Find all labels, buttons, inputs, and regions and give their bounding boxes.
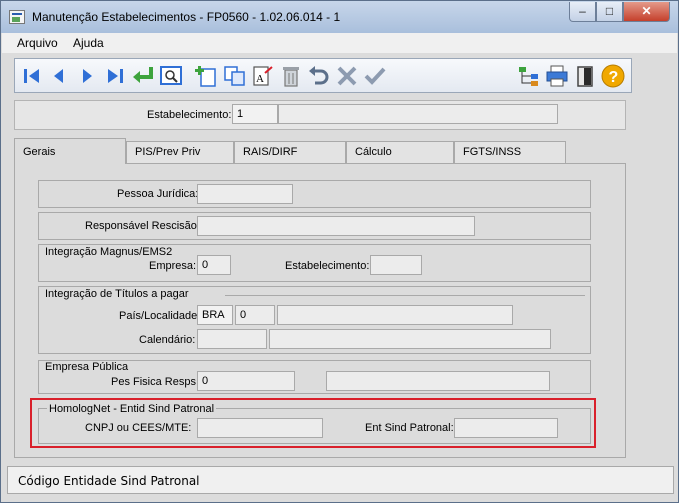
last-icon[interactable] <box>103 64 127 88</box>
help-icon[interactable]: ? <box>601 64 625 88</box>
next-icon[interactable] <box>75 64 99 88</box>
tab-calculo[interactable]: Cálculo <box>346 141 454 163</box>
delete-icon[interactable] <box>279 64 303 88</box>
tab-rais-dirf[interactable]: RAIS/DIRF <box>234 141 346 163</box>
empresa-label: Empresa: <box>149 260 197 272</box>
pessoa-juridica-group: Pessoa Jurídica: <box>38 180 591 208</box>
menu-bar: Arquivo Ajuda <box>2 33 677 53</box>
minimize-button[interactable]: – <box>569 2 596 22</box>
menu-arquivo[interactable]: Arquivo <box>17 36 58 50</box>
first-icon[interactable] <box>20 64 44 88</box>
highlight-box <box>30 398 596 448</box>
copy-icon[interactable] <box>223 64 247 88</box>
calendario-label: Calendário: <box>139 334 196 346</box>
titulos-group: Integração de Títulos a pagar País/Local… <box>38 286 591 354</box>
close-button[interactable]: ✕ <box>623 2 670 22</box>
maximize-button[interactable]: □ <box>596 2 623 22</box>
pessoa-juridica-field[interactable] <box>197 184 293 204</box>
window-title: Manutenção Estabelecimentos - FP0560 - 1… <box>32 10 341 24</box>
svg-text:?: ? <box>609 69 619 86</box>
tab-gerais[interactable]: Gerais <box>14 138 126 164</box>
calendario-desc-field <box>269 329 551 349</box>
estabelecimento-desc-field <box>278 104 558 124</box>
pes-fisica-desc-field <box>326 371 550 391</box>
estabelecimento-label: Estabelecimento: <box>147 109 232 121</box>
tab-fgts-inss[interactable]: FGTS/INSS <box>454 141 566 163</box>
estabelecimento-field[interactable]: 1 <box>232 104 278 124</box>
empresa-publica-group: Empresa Pública Pes Fisica Resps: 0 <box>38 360 591 394</box>
confirm-icon[interactable] <box>363 64 387 88</box>
pes-fisica-field[interactable]: 0 <box>197 371 295 391</box>
menu-ajuda[interactable]: Ajuda <box>73 36 104 50</box>
toolbar: A ? <box>14 58 632 93</box>
undo-icon[interactable] <box>307 64 331 88</box>
magnus-estabelecimento-label: Estabelecimento: <box>285 260 370 272</box>
magnus-group: Integração Magnus/EMS2 Empresa: 0 Estabe… <box>38 244 591 282</box>
calendario-field[interactable] <box>197 329 267 349</box>
goto-icon[interactable] <box>131 64 155 88</box>
add-icon[interactable] <box>195 64 219 88</box>
tree-icon[interactable] <box>517 64 541 88</box>
magnus-estabelecimento-field[interactable] <box>370 255 422 275</box>
tab-pis-prev-priv[interactable]: PIS/Prev Priv <box>126 141 234 163</box>
responsavel-group: Responsável Rescisão: <box>38 212 591 240</box>
responsavel-field[interactable] <box>197 216 475 236</box>
status-text: Código Entidade Sind Patronal <box>18 474 200 488</box>
localidade-desc-field <box>277 305 513 325</box>
prev-icon[interactable] <box>47 64 71 88</box>
empresa-publica-title: Empresa Pública <box>43 361 131 373</box>
exit-icon[interactable] <box>573 64 597 88</box>
status-bar: Código Entidade Sind Patronal <box>7 466 674 494</box>
pes-fisica-label: Pes Fisica Resps: <box>111 376 200 388</box>
localidade-field[interactable]: 0 <box>235 305 275 325</box>
pessoa-juridica-label: Pessoa Jurídica: <box>117 188 199 200</box>
zoom-icon[interactable] <box>159 64 183 88</box>
svg-text:A: A <box>256 73 264 85</box>
titulos-group-title: Integração de Títulos a pagar <box>43 288 191 300</box>
title-bar: Manutenção Estabelecimentos - FP0560 - 1… <box>1 1 678 33</box>
main-window: Manutenção Estabelecimentos - FP0560 - 1… <box>0 0 679 503</box>
cancel-icon[interactable] <box>335 64 359 88</box>
empresa-field[interactable]: 0 <box>197 255 231 275</box>
app-icon <box>9 10 25 24</box>
pais-field[interactable]: BRA <box>197 305 233 325</box>
estabelecimento-panel: Estabelecimento: 1 <box>14 100 626 130</box>
print-icon[interactable] <box>545 64 569 88</box>
pais-localidade-label: País/Localidade: <box>119 310 201 322</box>
magnus-group-title: Integração Magnus/EMS2 <box>43 246 175 258</box>
responsavel-label: Responsável Rescisão: <box>85 220 200 232</box>
edit-icon[interactable]: A <box>251 64 275 88</box>
